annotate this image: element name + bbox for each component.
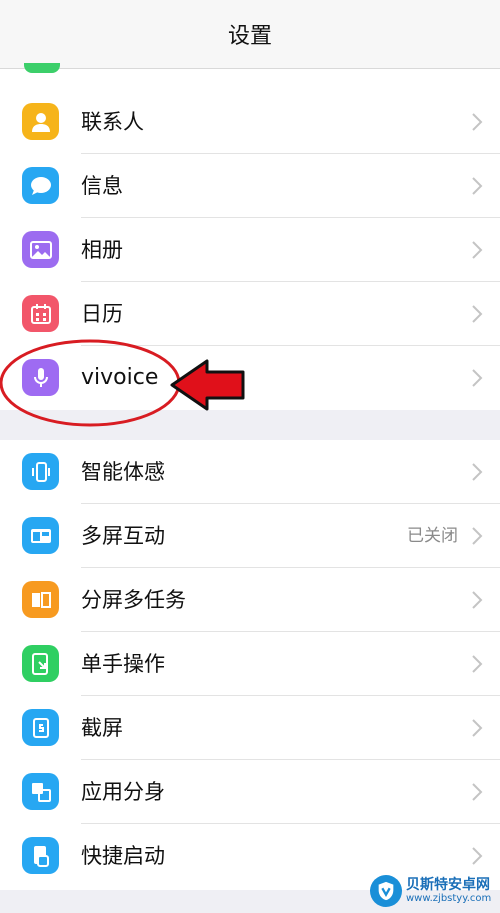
phone-motion-icon <box>22 453 59 490</box>
one-hand-icon <box>22 645 59 682</box>
contacts-icon <box>22 103 59 140</box>
settings-item-smart-motion[interactable]: 智能体感 <box>0 440 500 504</box>
settings-item-label: 应用分身 <box>81 780 165 804</box>
settings-group-features: 智能体感 多屏互动 已关闭 分屏多任务 单手操作 截屏 应用分身 快捷启动 <box>0 440 500 890</box>
calendar-icon <box>22 295 59 332</box>
settings-item-label: 多屏互动 <box>81 524 165 548</box>
photo-icon <box>22 231 59 268</box>
settings-item-label: 日历 <box>81 302 123 326</box>
page-title: 设置 <box>227 24 272 49</box>
settings-item-contacts[interactable]: 联系人 <box>0 90 500 154</box>
chevron-right-icon <box>472 783 483 801</box>
watermark-url: www.zjbstyy.com <box>406 893 492 904</box>
watermark: 贝斯特安卓网 www.zjbstyy.com <box>370 872 498 910</box>
settings-item-label: 分屏多任务 <box>81 588 186 612</box>
settings-item-messages[interactable]: 信息 <box>0 154 500 218</box>
chevron-right-icon <box>472 241 483 259</box>
settings-item-calendar[interactable]: 日历 <box>0 282 500 346</box>
chevron-right-icon <box>472 527 483 545</box>
chevron-right-icon <box>472 305 483 323</box>
chevron-right-icon <box>472 113 483 131</box>
top-bar: 设置 <box>0 0 500 69</box>
quick-launch-icon <box>22 837 59 874</box>
chevron-right-icon <box>472 719 483 737</box>
chevron-right-icon <box>472 655 483 673</box>
app-clone-icon <box>22 773 59 810</box>
settings-item-label: vivoice <box>81 365 159 390</box>
settings-item-label: 单手操作 <box>81 652 165 676</box>
settings-item-label: 快捷启动 <box>81 844 165 868</box>
message-icon <box>22 167 59 204</box>
chevron-right-icon <box>472 591 483 609</box>
settings-item-app-clone[interactable]: 应用分身 <box>0 760 500 824</box>
status-value: 已关闭 <box>407 526 458 546</box>
settings-item-label: 联系人 <box>81 110 144 134</box>
settings-item-vivoice[interactable]: vivoice <box>0 346 500 410</box>
chevron-right-icon <box>472 847 483 865</box>
settings-item-split-screen[interactable]: 分屏多任务 <box>0 568 500 632</box>
watermark-title: 贝斯特安卓网 <box>406 877 490 893</box>
settings-item-multi-screen[interactable]: 多屏互动 已关闭 <box>0 504 500 568</box>
settings-group-apps: 联系人 信息 相册 日历 vivoice <box>0 63 500 410</box>
settings-item-screenshot[interactable]: 截屏 <box>0 696 500 760</box>
settings-item-label: 智能体感 <box>81 460 165 484</box>
chevron-right-icon <box>472 177 483 195</box>
chevron-right-icon <box>472 369 483 387</box>
split-screen-icon <box>22 581 59 618</box>
settings-item-label: 相册 <box>81 238 123 262</box>
settings-item-label: 截屏 <box>81 716 123 740</box>
microphone-icon <box>22 359 59 396</box>
screenshot-icon <box>22 709 59 746</box>
settings-item-album[interactable]: 相册 <box>0 218 500 282</box>
shield-v-icon <box>370 875 402 907</box>
partial-row-icon <box>24 63 60 73</box>
settings-item-label: 信息 <box>81 174 123 198</box>
chevron-right-icon <box>472 463 483 481</box>
screen-cast-icon <box>22 517 59 554</box>
settings-item-one-hand[interactable]: 单手操作 <box>0 632 500 696</box>
